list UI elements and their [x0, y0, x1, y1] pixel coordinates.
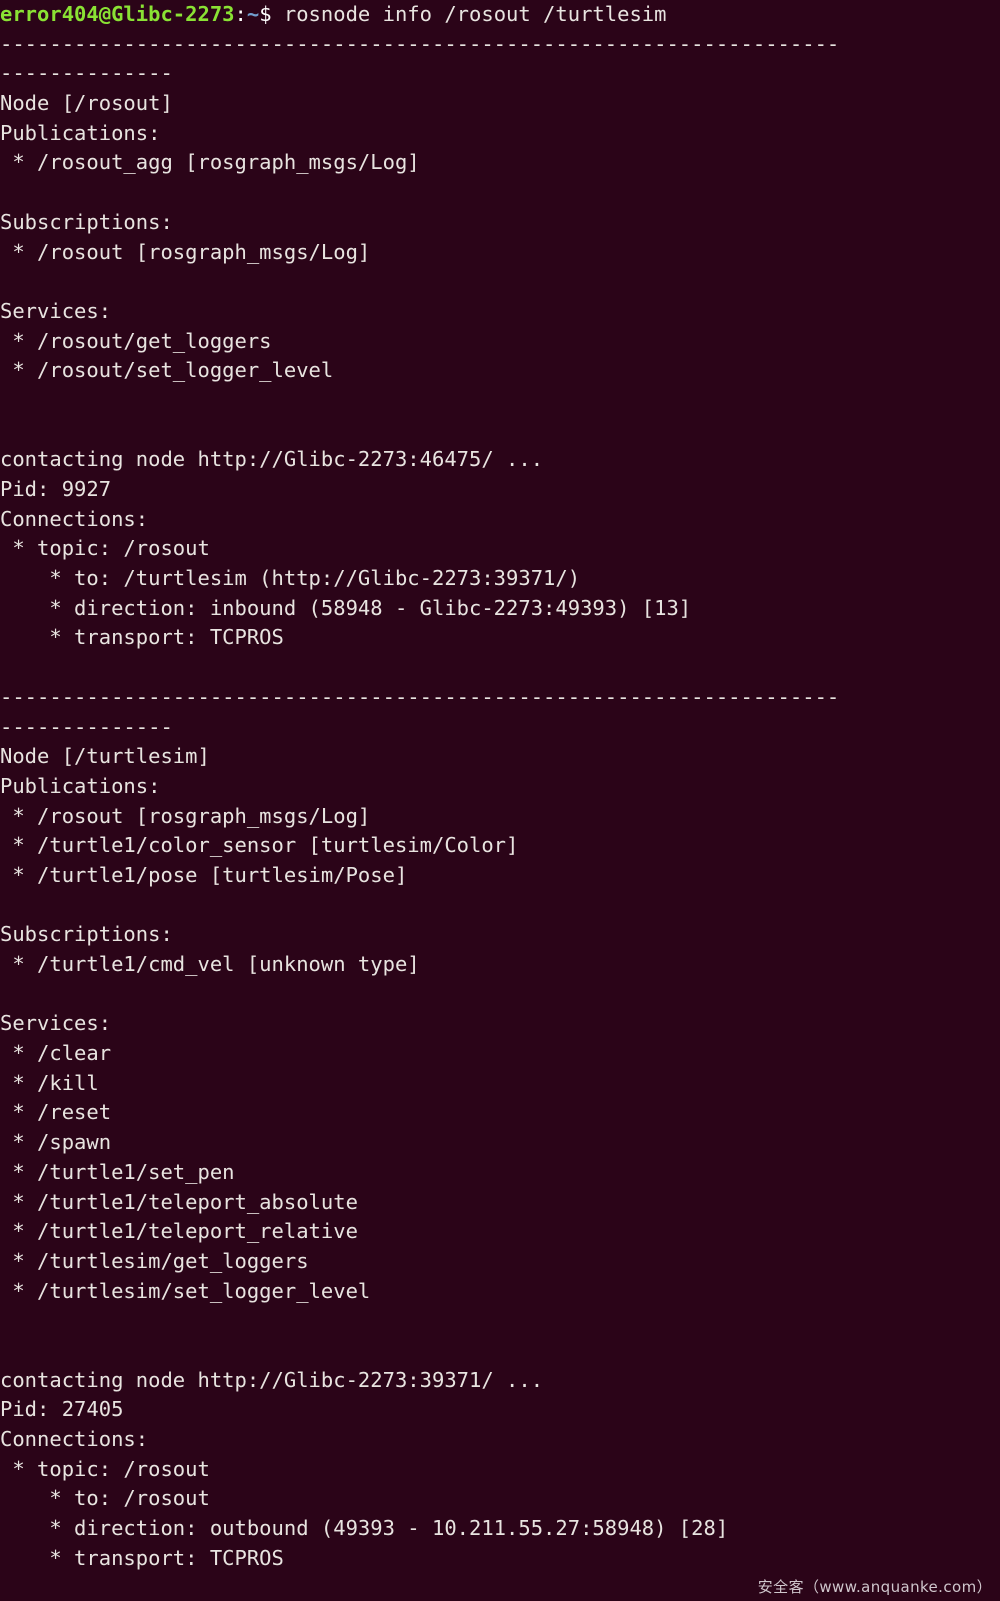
output-line: * transport: TCPROS [0, 1545, 284, 1570]
site-watermark: 安全客（www.anquanke.com） [757, 1578, 992, 1596]
output-line: * /turtlesim/get_loggers [0, 1248, 309, 1273]
output-line: Subscriptions: [0, 209, 173, 234]
output-line: Connections: [0, 506, 149, 531]
output-line: contacting node http://Glibc-2273:46475/… [0, 447, 544, 472]
prompt-user-host: error404@Glibc-2273 [0, 2, 235, 26]
output-line: * direction: outbound (49393 - 10.211.55… [0, 1516, 729, 1541]
command-prompt-line: error404@Glibc-2273:~$ rosnode info /ros… [0, 0, 1000, 30]
output-line: * /rosout_agg [rosgraph_msgs/Log] [0, 150, 420, 175]
output-line: * to: /rosout [0, 1486, 210, 1511]
output-line: Publications: [0, 120, 161, 145]
output-line: Connections: [0, 1427, 149, 1451]
output-line: Pid: 9927 [0, 477, 112, 501]
prompt-dollar-symbol: $ [259, 2, 272, 26]
separator-line-top-2: -------------- [0, 61, 173, 86]
output-line: * /spawn [0, 1130, 112, 1155]
output-line: contacting node http://Glibc-2273:39371/… [0, 1367, 544, 1392]
output-line: * /kill [0, 1070, 99, 1095]
output-line: * /clear [0, 1041, 112, 1066]
output-line: Services: [0, 298, 112, 323]
output-line: * topic: /rosout [0, 1456, 210, 1481]
output-line: * /turtle1/set_pen [0, 1159, 235, 1184]
output-line: * topic: /rosout [0, 536, 210, 561]
separator-line-mid-2: -------------- [0, 714, 173, 739]
output-line: * /turtle1/teleport_absolute [0, 1189, 358, 1214]
separator-line-top-1: ----------------------------------------… [0, 31, 840, 56]
output-line: * /rosout [rosgraph_msgs/Log] [0, 239, 371, 264]
output-line: * /turtle1/cmd_vel [unknown type] [0, 952, 420, 976]
command-text: rosnode info /rosout /turtlesim [271, 2, 667, 26]
prompt-path: ~ [246, 2, 260, 26]
output-body: Node [/rosout] Publications: * /rosout_ag… [0, 89, 1000, 1573]
terminal-output-area[interactable]: error404@Glibc-2273:~$ rosnode info /ros… [0, 0, 1000, 1601]
output-line: Node [/turtlesim] [0, 744, 210, 769]
output-line: Services: [0, 1011, 112, 1036]
output-line: * /reset [0, 1100, 112, 1125]
output-line: * /turtle1/pose [turtlesim/Pose] [0, 862, 408, 887]
output-line: * /rosout [rosgraph_msgs/Log] [0, 803, 371, 828]
output-line: * /turtle1/teleport_relative [0, 1219, 358, 1244]
output-line: * /turtlesim/set_logger_level [0, 1278, 371, 1303]
output-line: Pid: 27405 [0, 1397, 124, 1422]
output-line: Publications: [0, 773, 161, 798]
separator-line-mid-1: ----------------------------------------… [0, 684, 840, 709]
output-line: * /rosout/get_loggers [0, 328, 272, 353]
output-line: * transport: TCPROS [0, 625, 284, 650]
output-line: * direction: inbound (58948 - Glibc-2273… [0, 595, 692, 620]
output-line: * to: /turtlesim (http://Glibc-2273:3937… [0, 566, 581, 591]
prompt-colon: : [234, 2, 247, 26]
output-line: Subscriptions: [0, 922, 173, 947]
output-line: Node [/rosout] [0, 91, 173, 116]
output-line: * /rosout/set_logger_level [0, 358, 334, 383]
output-line: * /turtle1/color_sensor [turtlesim/Color… [0, 833, 519, 858]
